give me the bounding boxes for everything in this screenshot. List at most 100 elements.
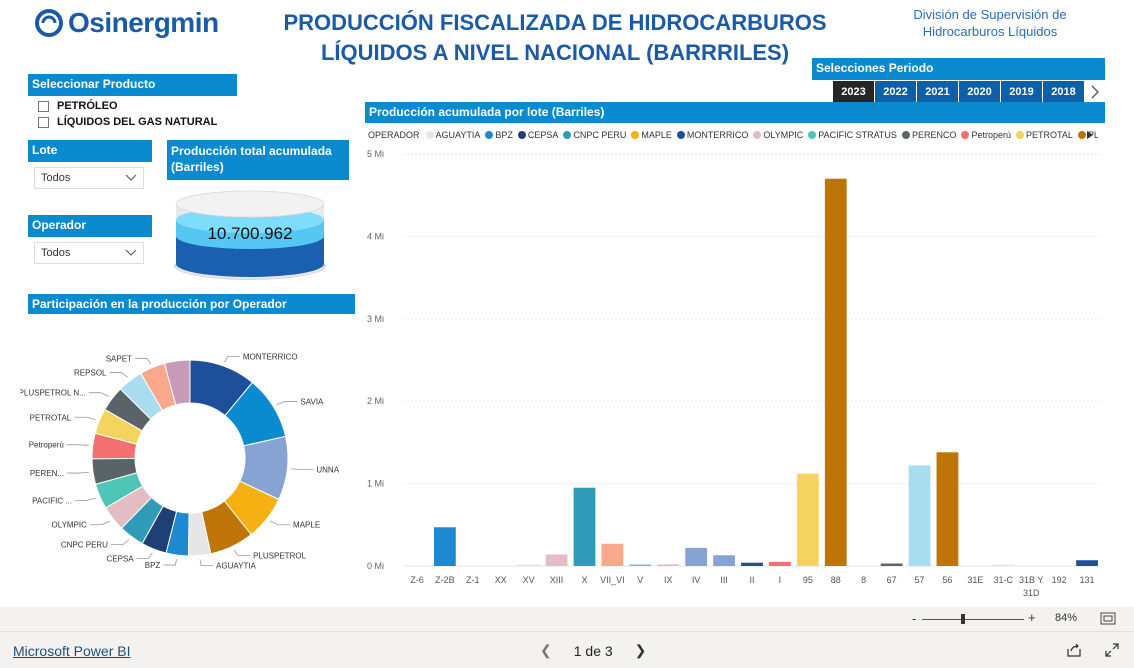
legend-dot xyxy=(808,131,817,139)
bar[interactable] xyxy=(685,547,708,566)
powerbi-link[interactable]: Microsoft Power BI xyxy=(13,643,130,659)
legend-dot xyxy=(753,131,762,139)
bar[interactable] xyxy=(741,562,763,566)
legend-label: PETROTAL xyxy=(1025,130,1073,140)
x-tick-label: 131 xyxy=(1080,575,1095,585)
share-icon[interactable] xyxy=(1066,643,1082,657)
logo-icon xyxy=(35,9,63,37)
zoom-slider[interactable] xyxy=(922,619,1024,620)
legend-dot xyxy=(631,131,640,139)
x-tick-label: I xyxy=(779,575,782,585)
lote-dropdown[interactable]: Todos xyxy=(34,167,144,189)
legend-dot xyxy=(485,131,494,139)
legend-label: CEPSA xyxy=(527,130,559,140)
legend-dot xyxy=(1015,131,1024,139)
zoom-out-button[interactable]: - xyxy=(912,611,916,626)
legend-item[interactable]: BPZ xyxy=(485,130,513,140)
bar[interactable] xyxy=(433,527,456,566)
chart-legend: OPERADOR AGUAYTIA BPZ CEPSA CNPC PERU MAPLE M… xyxy=(368,128,1098,142)
donut-leader-line xyxy=(74,497,97,501)
producto-option-lgn[interactable]: LÍQUIDOS DEL GAS NATURAL xyxy=(38,114,217,130)
year-button-2023[interactable]: 2023 xyxy=(833,81,875,103)
legend-item[interactable]: CEPSA xyxy=(517,130,559,140)
donut-label: PACIFIC ... xyxy=(32,496,72,505)
bar[interactable] xyxy=(824,178,847,566)
legend-label: PACIFIC STRATUS xyxy=(818,130,897,140)
bar[interactable] xyxy=(908,465,931,566)
legend-next-icon[interactable] xyxy=(1086,130,1094,140)
bar[interactable] xyxy=(657,564,680,566)
donut-label: PLUSPETROL N... xyxy=(20,389,86,398)
zoom-in-button[interactable]: + xyxy=(1028,610,1036,625)
x-tick-label: VII_VI xyxy=(600,575,625,585)
legend-item[interactable]: OLYMPIC xyxy=(753,130,803,140)
bar[interactable] xyxy=(992,564,1015,567)
legend-item[interactable]: PERENCO xyxy=(901,130,956,140)
legend-item[interactable]: PETROTAL xyxy=(1015,130,1073,140)
x-tick-label: Z-1 xyxy=(466,575,480,585)
producto-label: LÍQUIDOS DEL GAS NATURAL xyxy=(57,116,218,128)
bar[interactable] xyxy=(601,543,624,566)
bar[interactable] xyxy=(936,452,959,566)
bar[interactable] xyxy=(713,555,735,566)
x-tick-label: IV xyxy=(692,575,701,585)
bar[interactable] xyxy=(517,564,540,567)
logo-text: Osinergmin xyxy=(68,7,219,38)
donut-label: SAVIA xyxy=(300,397,324,406)
page-indicator: 1 de 3 xyxy=(573,642,613,659)
zoom-slider-handle[interactable] xyxy=(961,614,965,624)
legend-item[interactable]: AGUAYTIA xyxy=(425,130,480,140)
donut-leader-line xyxy=(163,559,178,566)
producto-option-petroleo[interactable]: PETRÓLEO xyxy=(38,98,217,114)
y-tick-label: 3 Mi xyxy=(367,314,384,324)
donut-label: PEREN... xyxy=(30,469,64,478)
chevron-right-icon[interactable] xyxy=(1089,84,1101,100)
bar[interactable] xyxy=(545,554,568,566)
bar[interactable] xyxy=(1076,560,1098,566)
donut-label: MAPLE xyxy=(293,521,320,530)
donut-leader-line xyxy=(88,392,109,397)
legend-item[interactable]: Petroperú xyxy=(961,130,1011,140)
year-button-2019[interactable]: 2019 xyxy=(1001,81,1043,103)
fullscreen-icon[interactable] xyxy=(1105,643,1119,657)
pager: ❮ 1 de 3 ❯ xyxy=(540,642,646,659)
prev-page-icon[interactable]: ❮ xyxy=(540,642,552,659)
checkbox-icon[interactable] xyxy=(38,116,49,128)
producto-label: PETRÓLEO xyxy=(57,100,118,112)
donut-leader-line xyxy=(276,401,298,405)
bar[interactable] xyxy=(796,473,819,566)
division-label: División de Supervisión de Hidrocarburos… xyxy=(900,6,1080,40)
legend-item[interactable]: CNPC PERU xyxy=(563,130,626,140)
donut-label: MONTERRICO xyxy=(243,352,298,361)
next-page-icon[interactable]: ❯ xyxy=(635,642,647,659)
donut-label: PETROTAL xyxy=(30,413,72,422)
y-tick-label: 1 Mi xyxy=(367,479,384,489)
legend-label: MAPLE xyxy=(641,130,672,140)
legend-item[interactable]: MONTERRICO xyxy=(676,130,748,140)
year-button-2021[interactable]: 2021 xyxy=(917,81,959,103)
bar[interactable] xyxy=(769,561,791,566)
year-button-2020[interactable]: 2020 xyxy=(959,81,1001,103)
donut-label: OLYMPIC xyxy=(52,521,88,530)
operador-dropdown[interactable]: Todos xyxy=(34,242,144,264)
bar[interactable] xyxy=(629,564,652,567)
x-tick-label: III xyxy=(720,575,728,585)
legend-item[interactable]: PACIFIC STRATUS xyxy=(808,130,897,140)
year-button-2022[interactable]: 2022 xyxy=(875,81,917,103)
legend-label: BPZ xyxy=(495,130,513,140)
legend-item[interactable]: MAPLE xyxy=(631,130,672,140)
bar[interactable] xyxy=(880,563,903,566)
checkbox-icon[interactable] xyxy=(38,100,49,112)
x-tick-label: 88 xyxy=(831,575,841,585)
donut-label: BPZ xyxy=(145,561,161,570)
bar[interactable] xyxy=(573,487,596,566)
donut-leader-line xyxy=(199,559,214,566)
periodo-header: Selecciones Periodo xyxy=(812,58,1105,80)
donut-label: REPSOL xyxy=(74,369,107,378)
x-tick-label: Z-2B xyxy=(435,575,455,585)
year-button-2018[interactable]: 2018 xyxy=(1043,81,1085,103)
producto-list: PETRÓLEO LÍQUIDOS DEL GAS NATURAL xyxy=(38,98,217,130)
donut-label: Petroperú xyxy=(29,441,64,450)
operador-value: Todos xyxy=(41,247,71,259)
fit-to-page-icon[interactable] xyxy=(1100,612,1116,625)
